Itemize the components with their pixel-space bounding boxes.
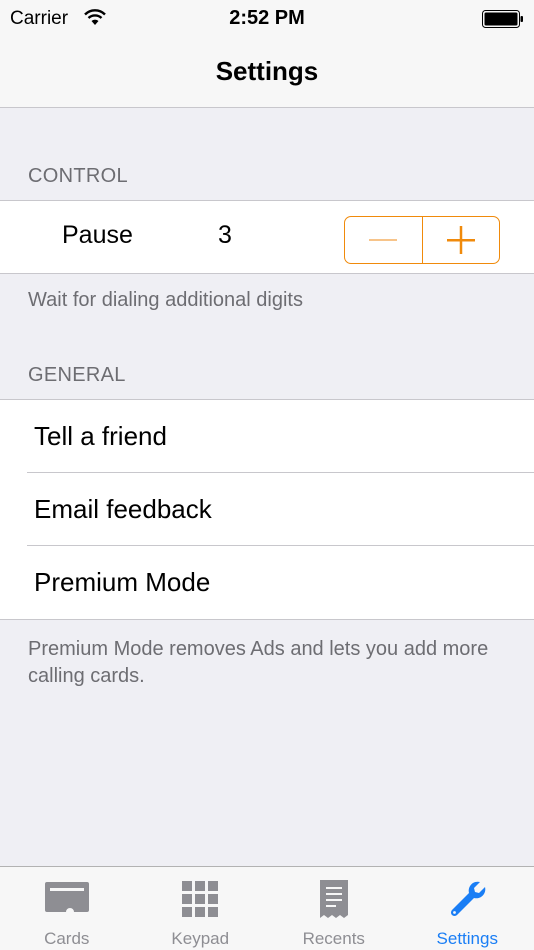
- general-section-header: GENERAL: [28, 364, 126, 386]
- general-footer: Premium Mode removes Ads and lets you ad…: [28, 638, 489, 687]
- control-section-header: CONTROL: [28, 165, 128, 187]
- list-item-label: Premium Mode: [34, 567, 211, 597]
- increment-button[interactable]: [421, 217, 500, 263]
- tab-keypad[interactable]: Keypad: [134, 867, 268, 950]
- pause-value: 3: [218, 221, 232, 249]
- minus-icon: [369, 239, 398, 241]
- tab-label: Keypad: [171, 929, 230, 948]
- decrement-button[interactable]: [345, 217, 422, 263]
- premium-mode-row[interactable]: Premium Mode: [0, 546, 534, 619]
- control-footer: Wait for dialing additional digits: [28, 289, 303, 311]
- email-feedback-row[interactable]: Email feedback: [0, 473, 534, 546]
- tab-bar: Cards Keypad Recents Settings: [0, 866, 534, 950]
- tell-a-friend-row[interactable]: Tell a friend: [0, 400, 534, 473]
- battery-icon: [482, 10, 523, 28]
- tab-recents[interactable]: Recents: [267, 867, 401, 950]
- pause-stepper[interactable]: [344, 216, 500, 264]
- general-list: Tell a friend Email feedback Premium Mod…: [0, 399, 534, 620]
- wrench-icon: [451, 881, 486, 917]
- plus-icon: [446, 226, 475, 254]
- pause-label: Pause: [62, 221, 133, 249]
- tab-label: Cards: [44, 929, 90, 948]
- card-icon: [44, 882, 89, 912]
- list-item-label: Tell a friend: [34, 421, 167, 451]
- status-time: 2:52 PM: [229, 7, 305, 29]
- tab-label: Settings: [436, 929, 498, 948]
- navigation-bar: Settings: [0, 40, 534, 108]
- receipt-icon: [319, 880, 348, 918]
- list-item-label: Email feedback: [34, 494, 212, 524]
- status-bar: Carrier 2:52 PM: [0, 0, 534, 40]
- page-title: Settings: [215, 56, 319, 86]
- keypad-icon: [182, 881, 219, 917]
- tab-cards[interactable]: Cards: [0, 867, 134, 950]
- tab-settings[interactable]: Settings: [401, 867, 534, 950]
- pause-cell: Pause 3: [0, 200, 534, 274]
- tab-label: Recents: [302, 929, 365, 948]
